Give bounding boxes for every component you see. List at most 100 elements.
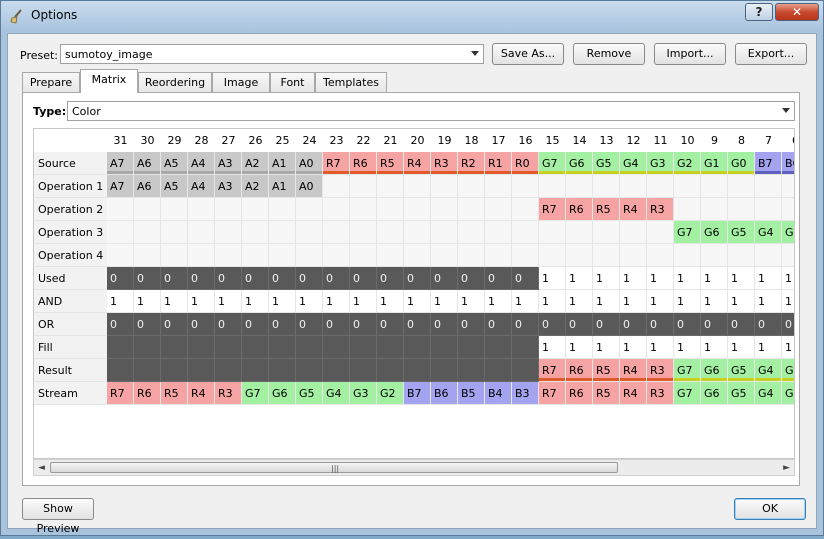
matrix-cell[interactable] — [296, 244, 323, 267]
matrix-cell[interactable]: 1 — [566, 267, 593, 290]
matrix-cell[interactable] — [242, 198, 269, 221]
matrix-cell[interactable] — [620, 221, 647, 244]
matrix-cell[interactable]: G4 — [755, 359, 782, 382]
matrix-cell[interactable] — [755, 244, 782, 267]
matrix-cell[interactable]: R0 — [512, 152, 539, 175]
matrix-cell[interactable]: R7 — [539, 382, 566, 405]
matrix-cell[interactable]: A0 — [296, 152, 323, 175]
matrix-cell[interactable] — [161, 359, 188, 382]
help-button[interactable]: ? — [745, 3, 773, 21]
matrix-cell[interactable] — [701, 175, 728, 198]
matrix-cell[interactable] — [215, 198, 242, 221]
scrollbar-thumb[interactable]: ||| — [50, 462, 618, 473]
matrix-cell[interactable]: G3 — [647, 152, 674, 175]
matrix-cell[interactable] — [566, 175, 593, 198]
matrix-cell[interactable]: G5 — [296, 382, 323, 405]
matrix-cell[interactable]: 1 — [674, 290, 701, 313]
matrix-cell[interactable] — [215, 221, 242, 244]
matrix-cell[interactable] — [485, 221, 512, 244]
tab-font[interactable]: Font — [270, 72, 315, 92]
matrix-cell[interactable] — [512, 359, 539, 382]
matrix-cell[interactable] — [593, 175, 620, 198]
matrix-cell[interactable]: 0 — [458, 313, 485, 336]
matrix-cell[interactable]: G0 — [728, 152, 755, 175]
matrix-cell[interactable] — [458, 359, 485, 382]
matrix-cell[interactable] — [161, 244, 188, 267]
matrix-cell[interactable] — [539, 244, 566, 267]
show-preview-button[interactable]: Show Preview — [22, 498, 94, 535]
matrix-cell[interactable]: A4 — [188, 175, 215, 198]
matrix-cell[interactable]: 1 — [782, 290, 794, 313]
matrix-cell[interactable] — [458, 244, 485, 267]
matrix-cell[interactable]: 0 — [188, 313, 215, 336]
matrix-cell[interactable]: B6 — [431, 382, 458, 405]
matrix-cell[interactable]: G3 — [782, 359, 794, 382]
matrix-cell[interactable]: A2 — [242, 152, 269, 175]
matrix-cell[interactable] — [269, 221, 296, 244]
matrix-cell[interactable] — [377, 221, 404, 244]
matrix-cell[interactable] — [269, 244, 296, 267]
matrix-cell[interactable]: G7 — [674, 221, 701, 244]
matrix-cell[interactable]: 1 — [188, 290, 215, 313]
matrix-cell[interactable] — [323, 198, 350, 221]
matrix-cell[interactable]: R5 — [377, 152, 404, 175]
matrix-cell[interactable]: 0 — [377, 267, 404, 290]
matrix-cell[interactable] — [458, 336, 485, 359]
matrix-cell[interactable]: 0 — [728, 313, 755, 336]
matrix-cell[interactable]: 0 — [512, 267, 539, 290]
matrix-cell[interactable]: 0 — [161, 313, 188, 336]
matrix-cell[interactable] — [350, 359, 377, 382]
matrix-cell[interactable]: 0 — [242, 267, 269, 290]
matrix-cell[interactable]: G4 — [323, 382, 350, 405]
matrix-cell[interactable]: G4 — [755, 382, 782, 405]
matrix-cell[interactable] — [242, 221, 269, 244]
matrix-cell[interactable]: 0 — [323, 313, 350, 336]
matrix-cell[interactable]: 1 — [728, 267, 755, 290]
matrix-cell[interactable] — [431, 336, 458, 359]
matrix-cell[interactable]: A3 — [215, 152, 242, 175]
matrix-cell[interactable]: 0 — [323, 267, 350, 290]
matrix-cell[interactable]: 0 — [215, 267, 242, 290]
matrix-cell[interactable] — [323, 175, 350, 198]
matrix-cell[interactable]: G6 — [566, 152, 593, 175]
matrix-cell[interactable] — [512, 198, 539, 221]
matrix-cell[interactable] — [350, 336, 377, 359]
matrix-cell[interactable]: 0 — [107, 313, 134, 336]
matrix-cell[interactable]: R5 — [161, 382, 188, 405]
matrix-cell[interactable]: A6 — [134, 152, 161, 175]
matrix-cell[interactable]: A7 — [107, 152, 134, 175]
matrix-cell[interactable]: G6 — [701, 359, 728, 382]
matrix-cell[interactable] — [647, 175, 674, 198]
matrix-cell[interactable] — [134, 198, 161, 221]
matrix-cell[interactable]: R5 — [593, 198, 620, 221]
matrix-cell[interactable]: R1 — [485, 152, 512, 175]
matrix-cell[interactable]: 0 — [566, 313, 593, 336]
matrix-cell[interactable] — [107, 244, 134, 267]
matrix-cell[interactable]: 0 — [647, 313, 674, 336]
matrix-cell[interactable] — [458, 175, 485, 198]
matrix-cell[interactable]: A5 — [161, 175, 188, 198]
matrix-cell[interactable]: 1 — [377, 290, 404, 313]
matrix-cell[interactable]: 0 — [782, 313, 794, 336]
matrix-cell[interactable]: 0 — [755, 313, 782, 336]
matrix-cell[interactable]: B3 — [512, 382, 539, 405]
matrix-cell[interactable]: A6 — [134, 175, 161, 198]
matrix-cell[interactable] — [350, 244, 377, 267]
matrix-cell[interactable]: 1 — [620, 290, 647, 313]
matrix-cell[interactable] — [269, 198, 296, 221]
matrix-cell[interactable]: A5 — [161, 152, 188, 175]
matrix-cell[interactable]: 1 — [755, 290, 782, 313]
matrix-cell[interactable]: 1 — [620, 336, 647, 359]
matrix-cell[interactable] — [728, 244, 755, 267]
matrix-cell[interactable] — [107, 198, 134, 221]
matrix-cell[interactable]: G6 — [269, 382, 296, 405]
matrix-cell[interactable]: 1 — [215, 290, 242, 313]
matrix-cell[interactable]: A2 — [242, 175, 269, 198]
matrix-cell[interactable]: R6 — [566, 359, 593, 382]
matrix-cell[interactable] — [566, 244, 593, 267]
matrix-cell[interactable]: B5 — [458, 382, 485, 405]
matrix-cell[interactable]: G5 — [728, 382, 755, 405]
matrix-cell[interactable]: G1 — [701, 152, 728, 175]
matrix-cell[interactable]: 0 — [377, 313, 404, 336]
matrix-cell[interactable]: 1 — [161, 290, 188, 313]
